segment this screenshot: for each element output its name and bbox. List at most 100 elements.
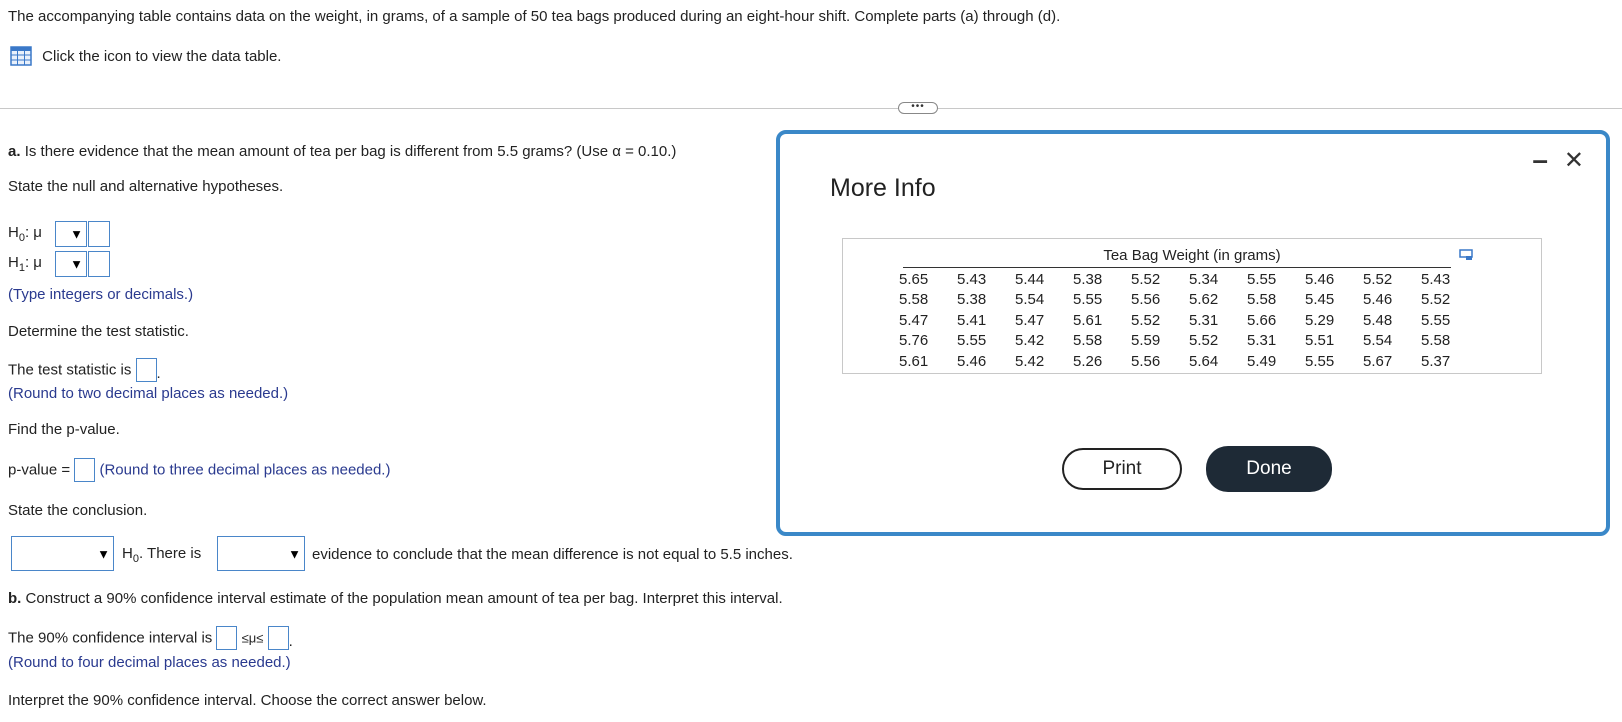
table-cell: 5.29 [1305, 311, 1335, 329]
table-cell: 5.64 [1189, 352, 1219, 370]
p-round-hint: (Round to three decimal places as needed… [99, 461, 391, 479]
ci-row: The 90% confidence interval is ≤μ≤ . [8, 626, 293, 650]
minimize-icon[interactable]: – [1532, 144, 1548, 176]
table-cell: 5.55 [957, 332, 987, 350]
table-cell: 5.41 [957, 311, 987, 329]
table-cell: 5.45 [1305, 291, 1335, 309]
data-link-text[interactable]: Click the icon to view the data table. [42, 48, 281, 65]
table-cell: 5.52 [1189, 332, 1219, 350]
table-cell: 5.54 [1015, 291, 1045, 309]
part-b-label: b. [8, 590, 22, 607]
ci-lower-input[interactable] [216, 626, 238, 650]
expand-button[interactable]: ••• [898, 102, 938, 114]
section-divider [0, 108, 1622, 109]
print-button[interactable]: Print [1062, 448, 1182, 490]
conclusion-h0: H0. There is [122, 545, 202, 565]
ci-mid-symbols: ≤μ≤ [241, 630, 264, 646]
table-cell: 5.26 [1073, 352, 1103, 370]
evidence-dropdown[interactable]: ▼ [217, 536, 305, 571]
table-cell: 5.62 [1189, 291, 1219, 309]
table-cell: 5.47 [899, 311, 929, 329]
part-a-question-text: Is there evidence that the mean amount o… [24, 143, 613, 160]
table-cell: 5.55 [1247, 270, 1277, 288]
table-cell: 5.37 [1421, 352, 1451, 370]
reject-decision-dropdown[interactable]: ▼ [11, 536, 114, 571]
table-cell: 5.58 [1073, 332, 1103, 350]
find-p-text: Find the p-value. [8, 421, 120, 438]
table-title-underline [903, 267, 1451, 268]
close-icon[interactable]: ✕ [1564, 146, 1584, 175]
dialog-title: More Info [830, 174, 936, 202]
part-b-question-text: Construct a 90% confidence interval esti… [25, 590, 783, 607]
h1-operator-dropdown[interactable]: ▼ [55, 251, 87, 277]
table-cell: 5.42 [1015, 352, 1045, 370]
table-row: 5.47 5.41 5.47 5.61 5.52 5.31 5.66 5.29 5.48 5.55 [899, 310, 1479, 331]
part-a-label: a. [8, 143, 21, 160]
table-cell: 5.46 [1363, 291, 1393, 309]
p-value-input[interactable] [74, 458, 96, 482]
table-icon[interactable] [10, 46, 32, 66]
data-table-link[interactable]: Click the icon to view the data table. [10, 46, 281, 66]
table-cell: 5.61 [899, 352, 929, 370]
interpret-text: Interpret the 90% confidence interval. C… [8, 692, 487, 709]
more-info-dialog: More Info – ✕ Tea Bag Weight (in grams) … [776, 130, 1610, 536]
intro-text: The accompanying table contains data on … [8, 8, 1061, 25]
table-cell: 5.66 [1247, 311, 1277, 329]
test-stat-row: The test statistic is . [8, 358, 161, 382]
ci-upper-input[interactable] [267, 626, 289, 650]
table-cell: 5.52 [1131, 311, 1161, 329]
h0-operator-dropdown[interactable]: ▼ [55, 221, 87, 247]
table-cell: 5.52 [1131, 270, 1161, 288]
table-cell: 5.58 [1421, 332, 1451, 350]
table-cell: 5.56 [1131, 291, 1161, 309]
alpha-text: α = 0.10.) [612, 143, 677, 160]
test-stat-label: The test statistic is [8, 361, 132, 379]
h1-label: H1: μ [8, 254, 42, 274]
table-row: 5.65 5.43 5.44 5.38 5.52 5.34 5.55 5.46 5.52 5.43 [899, 269, 1479, 290]
table-cell: 5.34 [1189, 270, 1219, 288]
table-title: Tea Bag Weight (in grams) [1103, 247, 1281, 264]
table-cell: 5.55 [1421, 311, 1451, 329]
table-cell: 5.52 [1363, 270, 1393, 288]
determine-stat-text: Determine the test statistic. [8, 323, 189, 340]
table-row: 5.58 5.38 5.54 5.55 5.56 5.62 5.58 5.45 5.46 5.52 [899, 290, 1479, 311]
copy-icon[interactable] [1459, 249, 1473, 261]
table-cell: 5.58 [1247, 291, 1277, 309]
type-hint: (Type integers or decimals.) [8, 286, 194, 303]
table-cell: 5.51 [1305, 332, 1335, 350]
table-cell: 5.56 [1131, 352, 1161, 370]
table-cell: 5.61 [1073, 311, 1103, 329]
table-row: 5.61 5.46 5.42 5.26 5.56 5.64 5.49 5.55 5.67 5.37 [899, 351, 1479, 372]
table-cell: 5.44 [1015, 270, 1045, 288]
table-cell: 5.55 [1305, 352, 1335, 370]
chevron-down-icon: ▼ [288, 546, 301, 561]
table-cell: 5.59 [1131, 332, 1161, 350]
state-hypotheses-text: State the null and alternative hypothese… [8, 178, 284, 195]
conclusion-end-text: evidence to conclude that the mean diffe… [312, 546, 793, 563]
tea-bag-table: 5.65 5.43 5.44 5.38 5.52 5.34 5.55 5.46 5.52 5.43… [899, 269, 1479, 372]
done-button[interactable]: Done [1206, 446, 1332, 492]
table-cell: 5.52 [1421, 291, 1451, 309]
table-cell: 5.47 [1015, 311, 1045, 329]
table-cell: 5.55 [1073, 291, 1103, 309]
table-row: 5.76 5.55 5.42 5.58 5.59 5.52 5.31 5.51 5.54 5.58 [899, 331, 1479, 352]
table-cell: 5.65 [899, 270, 929, 288]
h1-value-input[interactable] [88, 251, 110, 277]
p-value-label: p-value = [8, 461, 71, 479]
stat-round-hint: (Round to two decimal places as needed.) [8, 385, 289, 402]
test-stat-input[interactable] [135, 358, 157, 382]
part-b-question: b. Construct a 90% confidence interval e… [8, 590, 783, 607]
table-cell: 5.49 [1247, 352, 1277, 370]
table-cell: 5.38 [1073, 270, 1103, 288]
table-cell: 5.38 [957, 291, 987, 309]
table-cell: 5.67 [1363, 352, 1393, 370]
h0-value-input[interactable] [88, 221, 110, 247]
table-cell: 5.76 [899, 332, 929, 350]
table-cell: 5.46 [1305, 270, 1335, 288]
table-cell: 5.48 [1363, 311, 1393, 329]
h0-label: H0: μ [8, 224, 42, 244]
table-cell: 5.31 [1247, 332, 1277, 350]
chevron-down-icon: ▼ [70, 226, 83, 242]
table-cell: 5.43 [957, 270, 987, 288]
table-cell: 5.46 [957, 352, 987, 370]
